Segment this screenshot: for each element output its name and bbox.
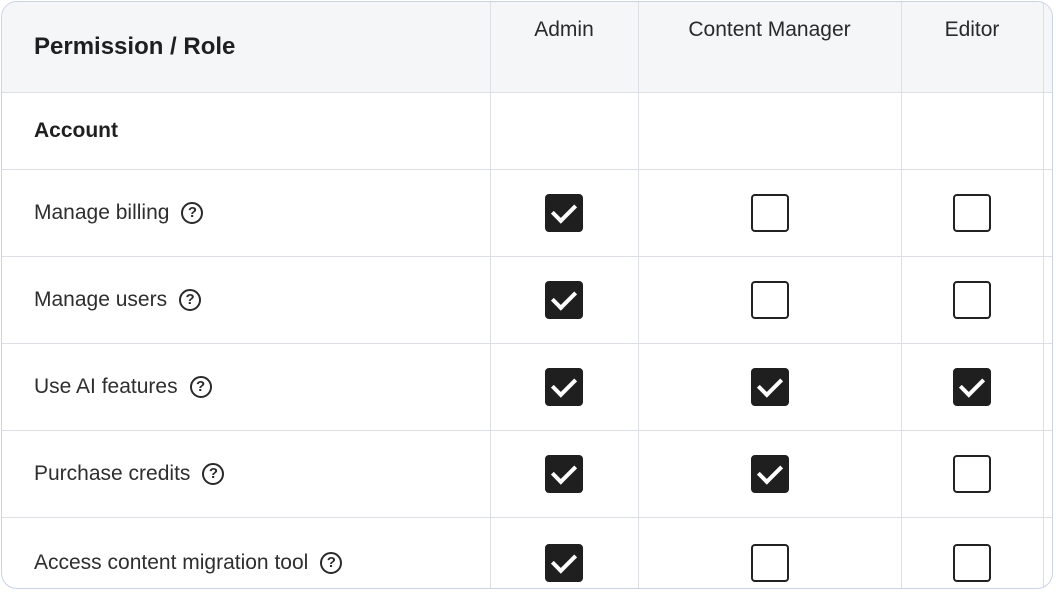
checkbox-cell-content-manager — [638, 430, 902, 518]
permission-label: Use AI features — [34, 375, 178, 398]
checkbox-cell-content-manager — [638, 517, 902, 588]
checkbox-checked-icon[interactable] — [953, 368, 991, 406]
section-title: Account — [2, 92, 491, 170]
row-filler — [1043, 430, 1052, 518]
checkbox-cell-admin — [490, 256, 639, 344]
checkbox-cell-editor — [901, 430, 1044, 518]
checkbox-checked-icon[interactable] — [750, 455, 789, 493]
checkbox-cell-admin — [490, 169, 639, 257]
table-row: Manage billing? — [2, 169, 1052, 257]
permission-label: Access content migration tool — [34, 551, 309, 574]
header-permission-role: Permission / Role — [2, 2, 491, 93]
question-circle-icon[interactable]: ? — [179, 289, 202, 311]
row-filler — [1043, 517, 1052, 588]
checkbox-cell-editor — [901, 517, 1044, 588]
permission-label: Manage billing — [34, 201, 170, 224]
header-filler — [1043, 2, 1052, 93]
permission-cell: Manage billing? — [2, 169, 491, 257]
checkbox-checked-icon[interactable] — [545, 455, 583, 493]
checkbox-cell-admin — [490, 517, 639, 588]
permission-cell: Purchase credits? — [2, 430, 491, 518]
checkbox-checked-icon[interactable] — [545, 368, 583, 406]
header-role-content-manager: Content Manager — [638, 2, 902, 93]
permission-label-wrap: Manage billing? — [2, 201, 490, 225]
section-cell — [490, 92, 639, 170]
permission-cell: Manage users? — [2, 256, 491, 344]
checkbox-unchecked-icon[interactable] — [750, 194, 789, 232]
permission-label-wrap: Purchase credits? — [2, 462, 490, 486]
section-row-account: Account — [2, 92, 1052, 170]
checkbox-cell-editor — [901, 343, 1044, 431]
permission-label-wrap: Manage users? — [2, 288, 490, 312]
question-circle-icon[interactable]: ? — [189, 376, 212, 398]
checkbox-cell-editor — [901, 169, 1044, 257]
header-role-editor: Editor — [901, 2, 1044, 93]
table-row: Access content migration tool? — [2, 517, 1052, 588]
checkbox-checked-icon[interactable] — [545, 544, 583, 582]
row-filler — [1043, 343, 1052, 431]
section-cell — [1043, 92, 1052, 170]
permissions-table-card: Permission / Role Admin Content Manager … — [1, 1, 1053, 589]
section-cell — [901, 92, 1044, 170]
checkbox-cell-content-manager — [638, 169, 902, 257]
permission-cell: Use AI features? — [2, 343, 491, 431]
row-filler — [1043, 256, 1052, 344]
checkbox-cell-content-manager — [638, 343, 902, 431]
permission-label: Manage users — [34, 288, 168, 311]
checkbox-checked-icon[interactable] — [750, 368, 789, 406]
table-row: Use AI features? — [2, 343, 1052, 431]
checkbox-unchecked-icon[interactable] — [750, 544, 789, 582]
checkbox-cell-content-manager — [638, 256, 902, 344]
question-circle-icon[interactable]: ? — [202, 463, 225, 485]
permission-label-wrap: Use AI features? — [2, 375, 490, 399]
checkbox-checked-icon[interactable] — [545, 281, 583, 319]
checkbox-cell-admin — [490, 343, 639, 431]
permissions-table: Permission / Role Admin Content Manager … — [2, 2, 1052, 588]
table-row: Manage users? — [2, 256, 1052, 344]
permission-cell: Access content migration tool? — [2, 517, 491, 588]
section-cell — [638, 92, 902, 170]
row-filler — [1043, 169, 1052, 257]
checkbox-checked-icon[interactable] — [545, 194, 583, 232]
checkbox-unchecked-icon[interactable] — [953, 194, 991, 232]
checkbox-unchecked-icon[interactable] — [953, 455, 991, 493]
question-circle-icon[interactable]: ? — [320, 552, 343, 574]
permission-label: Purchase credits — [34, 462, 191, 485]
checkbox-unchecked-icon[interactable] — [750, 281, 789, 319]
question-circle-icon[interactable]: ? — [181, 202, 204, 224]
table-header-row: Permission / Role Admin Content Manager … — [2, 2, 1052, 93]
header-role-admin: Admin — [490, 2, 639, 93]
permission-label-wrap: Access content migration tool? — [2, 551, 490, 575]
checkbox-cell-admin — [490, 430, 639, 518]
checkbox-unchecked-icon[interactable] — [953, 544, 991, 582]
table-row: Purchase credits? — [2, 430, 1052, 518]
checkbox-cell-editor — [901, 256, 1044, 344]
checkbox-unchecked-icon[interactable] — [953, 281, 991, 319]
